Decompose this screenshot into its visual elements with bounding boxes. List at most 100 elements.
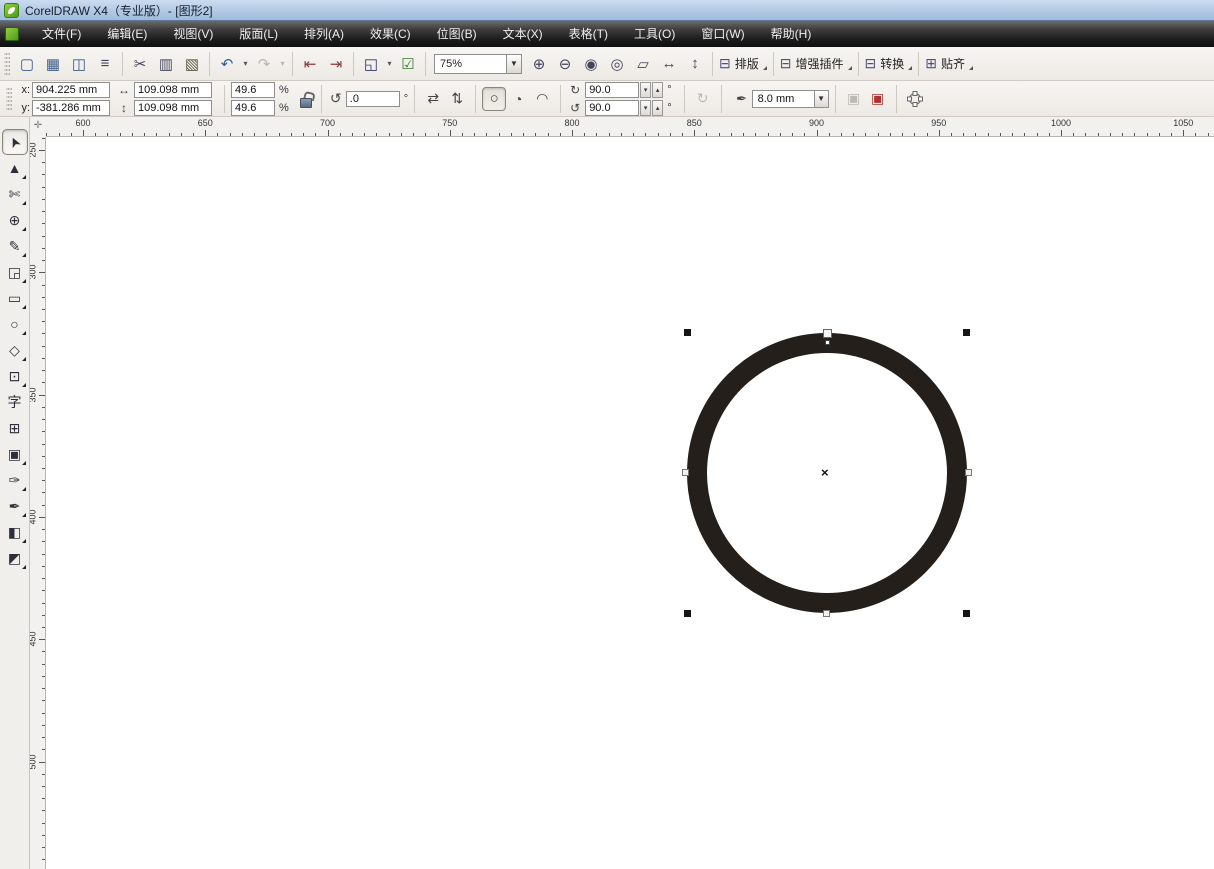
menu-item-5[interactable]: 排列(A) <box>291 21 357 47</box>
menu-item-8[interactable]: 文本(X) <box>490 21 556 47</box>
selection-handle-top-left[interactable] <box>684 329 691 336</box>
zoom-level-dropdown[interactable]: ▼ <box>506 54 522 74</box>
selection-handle-bottom-center[interactable] <box>823 610 830 617</box>
import-button[interactable]: ⇤ <box>297 51 323 77</box>
application-launcher-button[interactable]: ◱ <box>358 51 384 77</box>
y-position-field[interactable] <box>32 100 110 116</box>
menu-item-6[interactable]: 效果(C) <box>357 21 424 47</box>
redo-button-dropdown[interactable]: ▾ <box>277 51 288 77</box>
toolbar-snap[interactable]: ⊞贴齐 <box>925 55 975 72</box>
start-angle-field[interactable] <box>585 82 639 98</box>
undo-button[interactable]: ↶ <box>214 51 240 77</box>
menu-item-10[interactable]: 工具(O) <box>621 21 688 47</box>
eyedropper-tool[interactable]: ✑ <box>2 467 28 493</box>
toolbar-layout[interactable]: ⊟排版 <box>719 55 769 72</box>
save-button[interactable]: ◫ <box>66 51 92 77</box>
end-angle-up-button[interactable]: ▴ <box>652 100 663 116</box>
propbar-drag-handle[interactable] <box>6 86 12 112</box>
arc-mode-button[interactable]: ◠ <box>530 87 554 111</box>
horizontal-ruler[interactable]: 60065070075080085090095010001050 <box>46 117 1214 137</box>
to-back-button[interactable]: ▣ <box>842 87 866 111</box>
nonproportional-lock-icon[interactable] <box>299 92 311 106</box>
outline-width-value[interactable]: 8.0 mm <box>752 90 814 108</box>
paste-button[interactable]: ▧ <box>179 51 205 77</box>
zoom-tool[interactable]: ⊕ <box>2 207 28 233</box>
table-tool[interactable]: ⊞ <box>2 415 28 441</box>
object-width-field[interactable] <box>134 82 212 98</box>
ellipse-tool[interactable]: ○ <box>2 311 28 337</box>
zoom-level-value[interactable]: 75% <box>434 54 506 74</box>
object-center-mark[interactable]: × <box>821 465 829 480</box>
zoom-page-height-button[interactable]: ↕ <box>682 51 708 77</box>
scale-v-field[interactable] <box>231 100 275 116</box>
outline-width-dropdown[interactable]: ▼ <box>814 90 829 108</box>
fill-tool[interactable]: ◧ <box>2 519 28 545</box>
pick-tool[interactable]: ➤ <box>2 129 28 155</box>
application-launcher-button-dropdown[interactable]: ▾ <box>384 51 395 77</box>
zoom-all-objects-button[interactable]: ◎ <box>604 51 630 77</box>
convert-to-curves-button[interactable] <box>903 87 927 111</box>
mirror-vertical-button[interactable]: ⇅ <box>445 87 469 111</box>
object-height-field[interactable] <box>134 100 212 116</box>
rotation-angle-field[interactable] <box>346 91 400 107</box>
copy-button[interactable]: ▥ <box>153 51 179 77</box>
zoom-level-combo[interactable]: 75%▼ <box>434 54 522 74</box>
mirror-horizontal-button[interactable]: ⇄ <box>421 87 445 111</box>
to-front-button[interactable]: ▣ <box>866 87 890 111</box>
freehand-tool[interactable]: ✎ <box>2 233 28 259</box>
ellipse-node-top[interactable] <box>823 329 832 338</box>
change-direction-button[interactable]: ↻ <box>691 87 715 111</box>
cut-button[interactable]: ✂ <box>127 51 153 77</box>
ellipse-mode-button[interactable]: ○ <box>482 87 506 111</box>
selection-handle-middle-right[interactable] <box>965 469 972 476</box>
menu-item-12[interactable]: 帮助(H) <box>758 21 825 47</box>
redo-button[interactable]: ↷ <box>251 51 277 77</box>
x-position-field[interactable] <box>32 82 110 98</box>
shape-tool[interactable]: ▲ <box>2 155 28 181</box>
new-button[interactable]: ▢ <box>14 51 40 77</box>
smart-fill-tool[interactable]: ◲ <box>2 259 28 285</box>
zoom-selected-button[interactable]: ◉ <box>578 51 604 77</box>
start-angle-down-button[interactable]: ▾ <box>640 82 651 98</box>
toolbar-drag-handle[interactable] <box>4 51 10 77</box>
polygon-tool[interactable]: ◇ <box>2 337 28 363</box>
zoom-out-button[interactable]: ⊖ <box>552 51 578 77</box>
end-angle-field[interactable] <box>585 100 639 116</box>
menu-item-11[interactable]: 窗口(W) <box>688 21 757 47</box>
menu-item-4[interactable]: 版面(L) <box>226 21 291 47</box>
print-button[interactable]: ≡ <box>92 51 118 77</box>
rectangle-tool[interactable]: ▭ <box>2 285 28 311</box>
zoom-page-button[interactable]: ▱ <box>630 51 656 77</box>
outline-width-combo[interactable]: 8.0 mm ▼ <box>752 90 829 108</box>
selection-handle-middle-left[interactable] <box>682 469 689 476</box>
toolbar-convert[interactable]: ⊟转换 <box>865 55 915 72</box>
outline-pen-tool[interactable]: ✒ <box>2 493 28 519</box>
pie-mode-button[interactable]: ◔ <box>506 87 530 111</box>
interactive-fill-tool[interactable]: ◩ <box>2 545 28 571</box>
drawing-canvas[interactable]: × <box>46 137 1214 869</box>
ruler-origin[interactable]: ✛ <box>30 117 46 137</box>
selection-handle-bottom-left[interactable] <box>684 610 691 617</box>
menu-item-9[interactable]: 表格(T) <box>556 21 621 47</box>
document-window-icon[interactable] <box>5 27 19 41</box>
ellipse-node-marker[interactable] <box>825 340 830 345</box>
end-angle-down-button[interactable]: ▾ <box>640 100 651 116</box>
menu-item-2[interactable]: 编辑(E) <box>94 21 160 47</box>
selection-handle-top-right[interactable] <box>963 329 970 336</box>
menu-item-7[interactable]: 位图(B) <box>424 21 490 47</box>
basic-shapes-tool[interactable]: ⊡ <box>2 363 28 389</box>
blend-tool[interactable]: ▣ <box>2 441 28 467</box>
menu-item-3[interactable]: 视图(V) <box>160 21 226 47</box>
start-angle-up-button[interactable]: ▴ <box>652 82 663 98</box>
vertical-ruler[interactable]: 250300350400450500 <box>30 137 46 869</box>
text-tool[interactable]: 字 <box>2 389 28 415</box>
options-button[interactable]: ☑ <box>395 51 421 77</box>
zoom-page-width-button[interactable]: ↔ <box>656 51 682 77</box>
zoom-in-button[interactable]: ⊕ <box>526 51 552 77</box>
toolbar-enhanced-plugins[interactable]: ⊟增强插件 <box>780 55 854 72</box>
export-button[interactable]: ⇥ <box>323 51 349 77</box>
selection-handle-bottom-right[interactable] <box>963 610 970 617</box>
undo-button-dropdown[interactable]: ▾ <box>240 51 251 77</box>
crop-tool[interactable]: ✄ <box>2 181 28 207</box>
menu-item-1[interactable]: 文件(F) <box>29 21 94 47</box>
